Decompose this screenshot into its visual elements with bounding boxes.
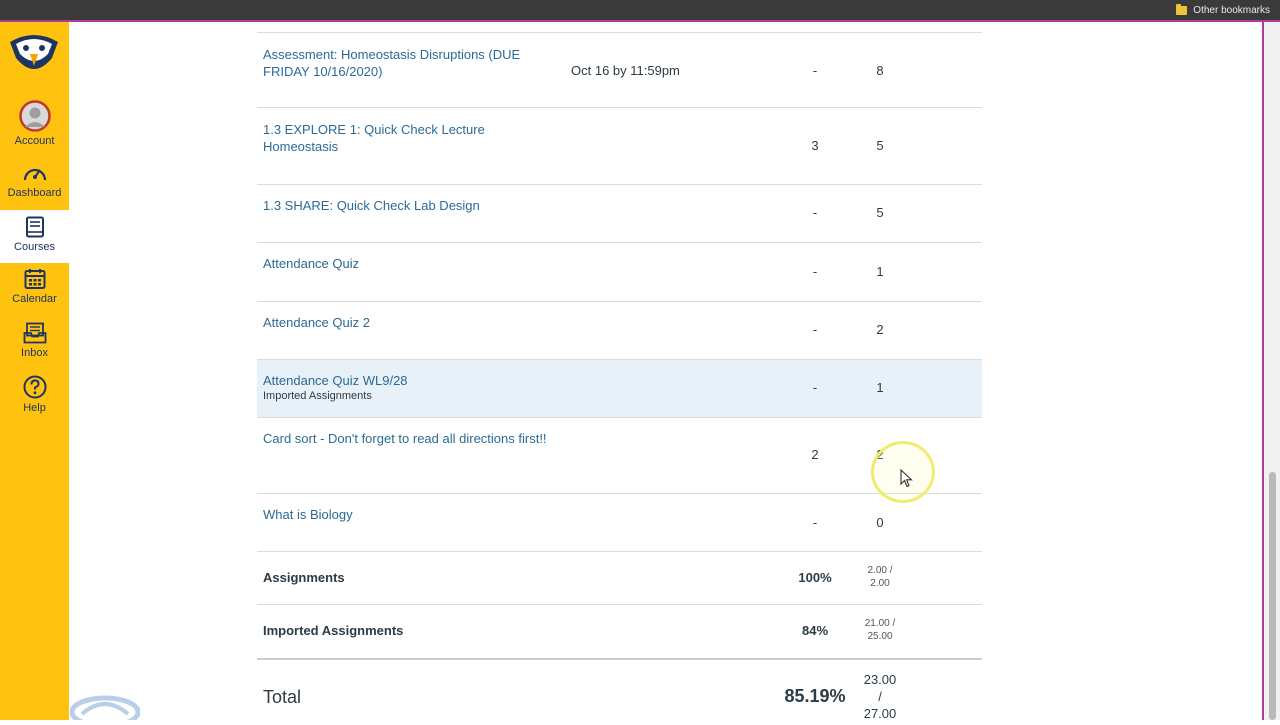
nav-label-account: Account: [14, 135, 55, 147]
global-navigation: Account Dashboard Courses Calendar Inbox…: [0, 22, 69, 720]
assignment-points-possible: 8: [876, 63, 884, 78]
assignment-points-possible: 0: [876, 515, 884, 530]
dashboard-icon: [22, 162, 48, 184]
nav-label-inbox: Inbox: [21, 347, 48, 359]
assignment-score: 3: [811, 138, 819, 153]
group-percent: 100%: [798, 570, 832, 585]
assignment-score: -: [812, 205, 818, 220]
assignment-link[interactable]: Card sort - Don't forget to read all dir…: [263, 430, 553, 447]
total-points-possible: 27.00: [863, 706, 897, 721]
group-total-row: Imported Assignments 84% 21.00 / 25.00: [257, 605, 982, 658]
other-bookmarks-label: Other bookmarks: [1193, 4, 1270, 16]
browser-bookmarks-bar: Other bookmarks: [0, 0, 1280, 20]
school-logo-icon[interactable]: [6, 28, 62, 80]
assignment-due-date: Oct 16 by 11:59pm: [571, 63, 680, 78]
assignment-link[interactable]: 1.3 SHARE: Quick Check Lab Design: [263, 197, 553, 214]
total-points-earned: 23.00: [863, 672, 897, 687]
assignment-link[interactable]: 1.3 EXPLORE 1: Quick Check Lecture Homeo…: [263, 121, 553, 155]
assignment-link[interactable]: Attendance Quiz: [263, 255, 553, 272]
assignment-score: -: [812, 63, 818, 78]
group-points: 2.00 / 2.00: [855, 564, 905, 590]
watermark-logo-icon: [69, 690, 141, 725]
group-total-row: Assignments 100% 2.00 / 2.00: [257, 552, 982, 605]
assignment-score: -: [812, 322, 818, 337]
nav-label-dashboard: Dashboard: [7, 187, 62, 199]
total-points-slash: /: [878, 689, 882, 704]
other-bookmarks[interactable]: Other bookmarks: [1176, 2, 1270, 18]
assignment-link[interactable]: Attendance Quiz 2: [263, 314, 553, 331]
total-divider: [257, 658, 982, 660]
group-points-possible: 25.00: [867, 631, 893, 642]
group-percent: 84%: [801, 623, 829, 638]
inbox-icon: [23, 322, 47, 344]
assignment-link[interactable]: Attendance Quiz WL9/28: [263, 372, 553, 389]
nav-item-inbox[interactable]: Inbox: [0, 322, 69, 374]
nav-item-help[interactable]: Help: [0, 375, 69, 427]
assignment-points-possible: 5: [876, 138, 884, 153]
assignment-points-possible: 1: [876, 264, 884, 279]
courses-icon: [25, 216, 45, 238]
group-name: Imported Assignments: [263, 623, 404, 638]
assignment-points-possible: 5: [876, 205, 884, 220]
total-percent: 85.19%: [784, 686, 846, 706]
nav-item-account[interactable]: Account: [0, 100, 69, 152]
group-name: Assignments: [263, 570, 345, 585]
window-frame-top: [0, 20, 1280, 22]
nav-label-courses: Courses: [14, 241, 55, 253]
assignment-link[interactable]: Assessment: Homeostasis Disruptions (DUE…: [263, 46, 553, 80]
mouse-cursor-icon: [900, 468, 914, 489]
group-points-earned: 2.00 /: [867, 565, 893, 576]
assignment-group-label: Imported Assignments: [263, 390, 372, 402]
nav-item-courses[interactable]: Courses: [0, 210, 69, 263]
assignment-score: -: [812, 515, 818, 530]
nav-label-help: Help: [23, 402, 46, 414]
nav-item-dashboard[interactable]: Dashboard: [0, 162, 69, 214]
assignment-score: -: [812, 380, 818, 395]
nav-item-calendar[interactable]: Calendar: [0, 268, 69, 320]
total-label: Total: [263, 687, 302, 707]
table-row: 1.3 SHARE: Quick Check Lab Design - 5: [257, 185, 982, 243]
table-row: What is Biology - 0: [257, 494, 982, 552]
group-points-possible: 2.00: [870, 578, 890, 589]
table-row: 1.3 EXPLORE 1: Quick Check Lecture Homeo…: [257, 108, 982, 185]
calendar-icon: [24, 268, 46, 290]
scrollbar-thumb[interactable]: [1269, 472, 1276, 720]
nav-label-calendar: Calendar: [12, 293, 57, 305]
table-row: Attendance Quiz 2 - 2: [257, 302, 982, 360]
table-row: Attendance Quiz - 1: [257, 243, 982, 302]
total-points: 23.00 / 27.00: [855, 671, 905, 722]
table-row: Assessment: Homeostasis Disruptions (DUE…: [257, 32, 982, 108]
folder-icon: [1176, 3, 1188, 15]
assignment-link[interactable]: What is Biology: [263, 506, 553, 523]
assignment-points-possible: 2: [876, 322, 884, 337]
account-avatar-icon: [18, 100, 51, 132]
help-icon: [23, 375, 47, 399]
assignment-score: 2: [811, 447, 819, 462]
group-points-earned: 21.00 /: [864, 618, 896, 629]
assignment-points-possible: 1: [876, 380, 884, 395]
table-row: Attendance Quiz WL9/28 Imported Assignme…: [257, 360, 982, 418]
assignment-score: -: [812, 264, 818, 279]
group-points: 21.00 / 25.00: [855, 617, 905, 643]
